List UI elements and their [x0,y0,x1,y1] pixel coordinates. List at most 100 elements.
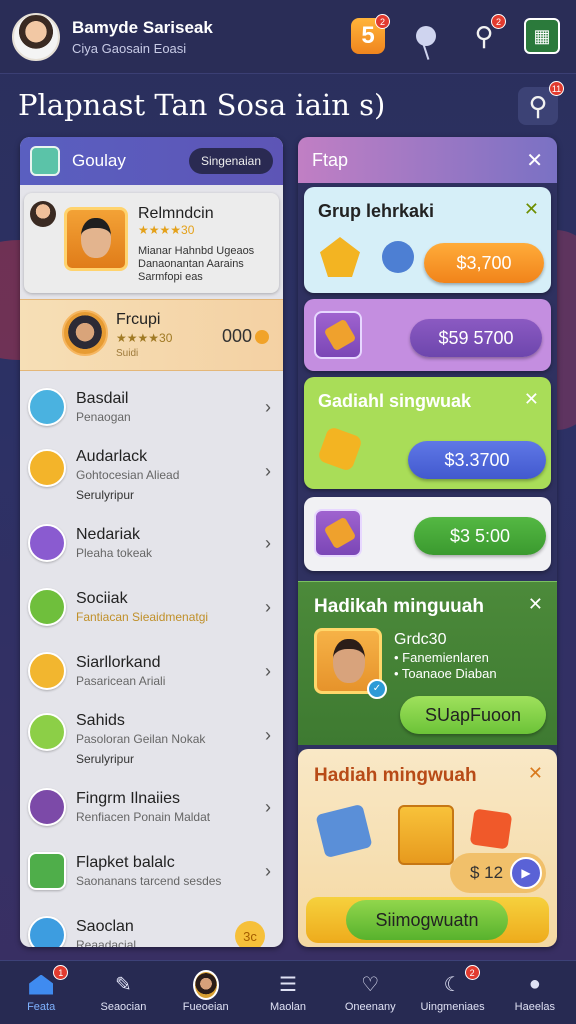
offer-price-button[interactable]: $3,700 [424,243,544,283]
weekly-reward-card: Hadikah minguuah ✕ ✓ Grdc30 • Fanemienla… [298,581,557,745]
grid-game-icon: ▦ [524,18,560,54]
offer-card[interactable]: Grup lehrkaki ✕ $3,700 [304,187,551,293]
list-item[interactable]: Nedariak Pleaha tokeak › [20,511,283,575]
left-panel-header: Goulay Singenaian [20,137,283,185]
pin-button[interactable] [404,14,448,58]
user-subtitle: Ciya Gaosain Eoasi [72,40,187,56]
nav-label: Oneenany [344,1000,396,1013]
search-button[interactable]: ⚲ 2 [462,14,506,58]
close-icon[interactable]: ✕ [524,199,539,220]
list-item[interactable]: Fingrm Ilnaiies Renfiacen Ponain Maldat › [20,775,283,839]
list-item[interactable]: Audarlack Gohtocesian Aliead Serulyripur › [20,439,283,511]
nav-account[interactable]: ● Haeelas [494,961,576,1024]
moon-icon: ☾ [443,974,462,996]
item-sub: Fantiacan Sieaidmenatgi [76,610,209,624]
nav-activity[interactable]: ♡ Oneenany [329,961,411,1024]
play-icon: ▶ [510,857,542,889]
reward-portrait: ✓ [314,628,387,699]
phone-icon [28,852,66,890]
featured-card-2[interactable]: Frcupi ★★★★30 Suidi 000 [20,299,283,371]
item-label: Saoclan [76,918,134,935]
list-item[interactable]: Sociiak Fantiacan Sieaidmenatgi › [20,575,283,639]
featured-name: Relmndcin [138,205,214,222]
weekly-bullet: • Fanemienlaren [394,650,489,665]
star-icon [320,237,360,277]
prize-pill[interactable]: $ 12 ▶ [450,853,546,893]
check-icon: ✓ [367,679,387,699]
featured-card-1[interactable]: Relmndcin ★★★★30 Mianar Hahnbd Ugeaos Da… [24,193,279,293]
game-button[interactable]: ▦ [520,14,564,58]
close-icon[interactable]: ✕ [528,594,543,615]
left-panel-pill-button[interactable]: Singenaian [188,148,273,174]
item-sub: Gohtocesian Aliead [76,468,180,482]
chevron-right-icon: › [265,661,271,681]
item-label: Nedariak [76,526,141,543]
right-panel-header: Ftap ✕ [298,137,557,183]
right-panel: Ftap ✕ Grup lehrkaki ✕ $3,700 $59 5700 G… [298,137,557,947]
left-panel: Goulay Singenaian Relmndcin ★★★★30 Miana… [20,137,283,947]
chevron-right-icon: › [265,461,271,481]
list-item[interactable]: Basdail Penaogan › [20,375,283,439]
title-search-badge: 11 [549,81,564,96]
page-title: Plapnast Tan Sosa iain s) [18,88,386,122]
nav-home[interactable]: Feata 1 [0,961,82,1024]
offer-card[interactable]: $3 5:00 [304,497,551,571]
gear-icon [382,241,414,273]
coin-badge-button[interactable]: 3c [235,921,265,947]
nav-profile[interactable]: Fueoeian [165,961,247,1024]
portrait-image [64,207,128,271]
list-item[interactable]: Flapket balalc Saonanans tarcend sesdes › [20,839,283,903]
item-label: Fingrm Ilnaiies [76,790,181,807]
right-panel-title: Ftap [312,149,349,170]
item-label: Sahids [76,712,125,729]
offer-price-button[interactable]: $59 5700 [410,319,542,357]
offer-card[interactable]: Gadiahl singwuak ✕ $3.3700 [304,377,551,489]
featured-2-amount: 000 [221,326,252,346]
sun-icon [28,449,66,487]
coin-button[interactable]: 5 2 [346,14,390,58]
avatar [192,969,219,1000]
title-search-button[interactable]: ⚲ 11 [518,81,564,125]
nav-messages[interactable]: ☰ Maolan [247,961,329,1024]
heart-icon: ♡ [361,974,380,996]
nav-notifications[interactable]: ☾ Uingmeniaes 2 [411,961,493,1024]
group-icon [30,146,60,176]
close-icon[interactable]: ✕ [528,763,543,784]
left-panel-title: Goulay [72,151,126,170]
person-icon [28,388,66,426]
close-icon[interactable]: ✕ [524,389,539,410]
featured-detail-line: Danaonantan Aarains [138,258,244,270]
offer-price-button[interactable]: $3 5:00 [414,517,546,555]
nav-badge: 2 [464,965,480,980]
weekly-gift-button[interactable]: Siimogwuatn [346,900,508,940]
item-sub: Saonanans tarcend sesdes [76,874,222,888]
chat-icon [28,652,66,690]
weekly-gift-button-frame: Siimogwuatn [306,897,549,943]
weekly-claim-button[interactable]: SUapFuoon [400,696,546,734]
offer-card[interactable]: $59 5700 [304,299,551,371]
close-icon[interactable]: ✕ [526,148,543,173]
gift-box-icon [398,805,454,865]
weekly-info: Grdc30 • Fanemienlaren • Toanaoe Diaban [394,632,497,682]
gift-box-icon [315,803,373,859]
list-item[interactable]: Saoclan Reaadacial 3c [20,903,283,947]
weekly-gift-title: Hadiah mingwuah [314,765,477,786]
user-avatar[interactable] [12,12,60,61]
list-item[interactable]: Siarllorkand Pasaricean Ariali › [20,639,283,703]
offer-title: Grup lehrkaki [318,201,435,221]
list-item[interactable]: Sahids Pasoloran Geilan Nokak Serulyripur … [20,703,283,775]
person-icon [28,524,66,562]
nav-label: Feata [27,1000,56,1013]
featured-details: Mianar Hahnbd Ugeaos Danaonantan Aarains… [138,245,254,284]
weekly-grade: Grdc30 [394,631,447,648]
chevron-right-icon: › [265,861,271,881]
offer-price-button[interactable]: $3.3700 [408,441,546,479]
user-name: Bamyde Sariseak [72,17,213,37]
weekly-gift-card: Hadiah mingwuah ✕ $ 12 ▶ Siimogwuatn [298,749,557,947]
menu-list: Basdail Penaogan › Audarlack Gohtocesian A… [20,375,283,947]
featured-2-value: 000 [222,326,269,347]
nav-social[interactable]: ✎ Seaocian [82,961,164,1024]
coin-icon [255,329,269,344]
item-label: Flapket balalc [76,854,175,871]
search-notification-badge: 2 [491,14,506,29]
